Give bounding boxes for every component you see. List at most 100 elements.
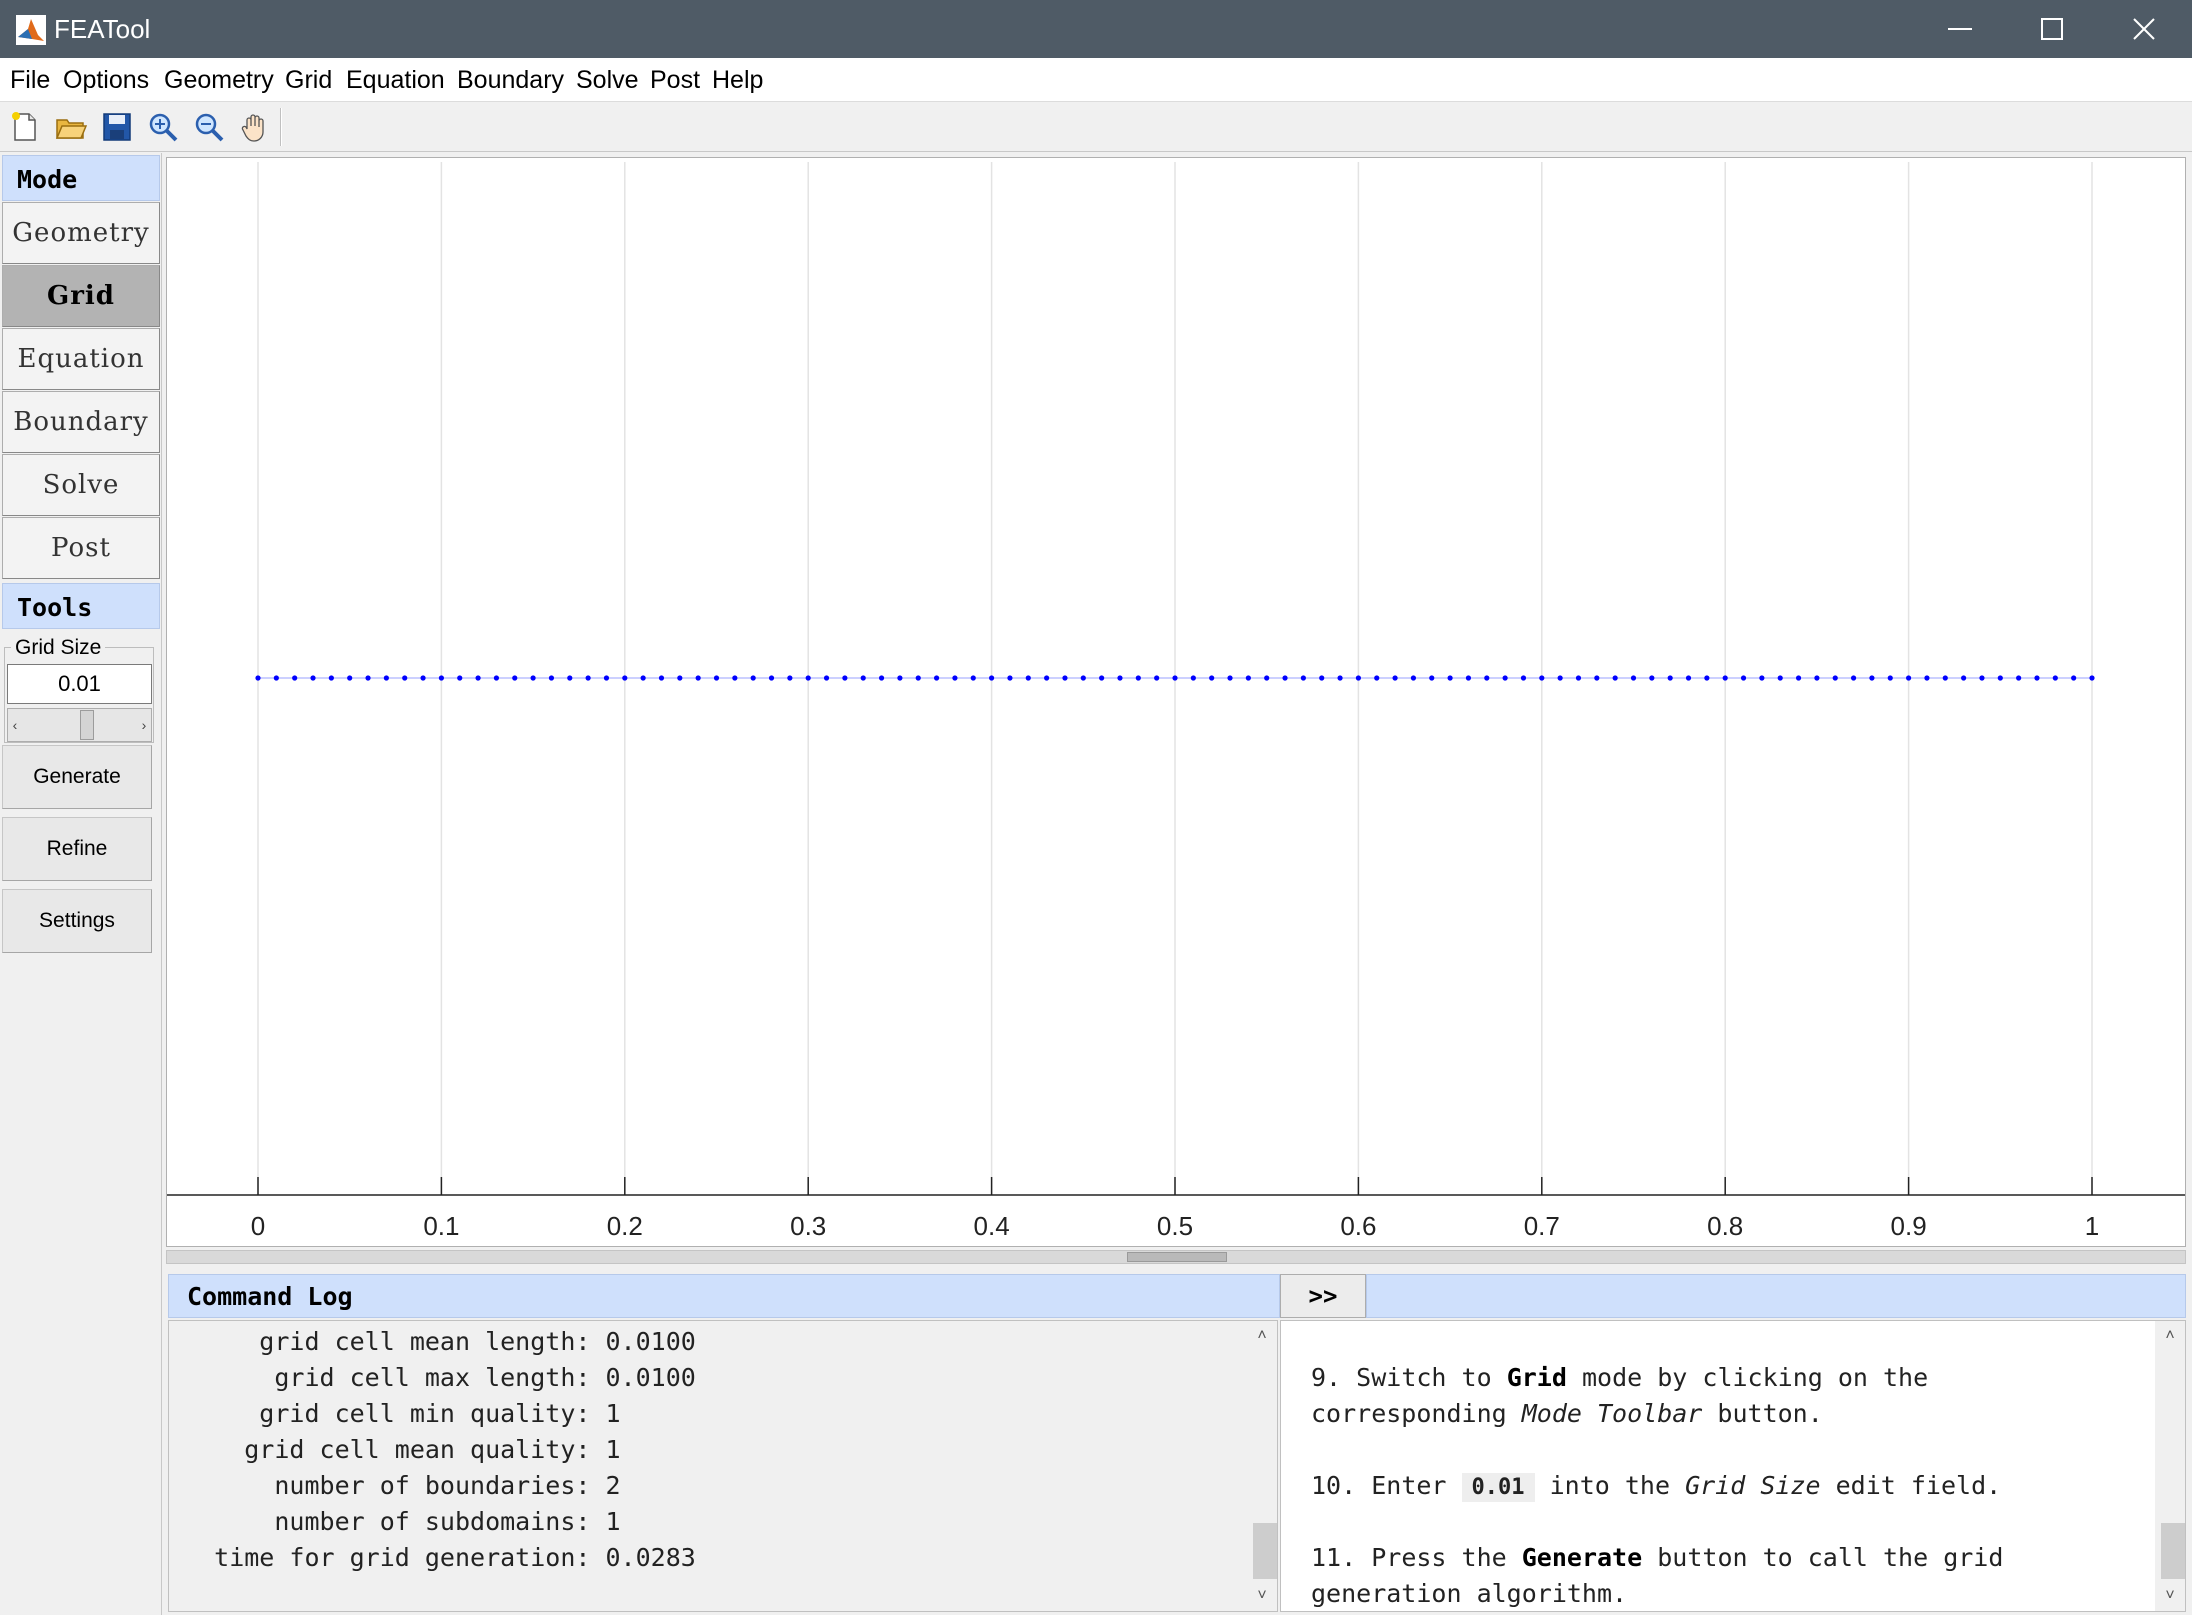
mode-grid-button[interactable]: Grid — [2, 265, 160, 327]
zoom-out-icon — [195, 113, 224, 142]
grid-point — [1942, 675, 1948, 681]
mode-boundary-button[interactable]: Boundary — [2, 391, 160, 453]
grid-point — [1502, 675, 1508, 681]
scroll-down-icon[interactable]: ˅ — [2155, 1583, 2185, 1609]
grid-point — [1465, 675, 1472, 681]
save-button[interactable] — [98, 108, 136, 146]
maximize-button[interactable] — [2006, 0, 2098, 58]
grid-point — [1520, 675, 1527, 681]
zoom-in-icon — [149, 113, 178, 142]
x-tick-label: 1 — [2085, 1211, 2099, 1241]
grid-point — [1080, 675, 1086, 681]
tutorial-step-9-line-1: 9. Switch to Grid mode by clicking on th… — [1311, 1363, 1929, 1392]
grid-point — [1374, 675, 1380, 681]
menu-help[interactable]: Help — [708, 66, 767, 95]
grid-point — [1887, 675, 1893, 681]
tutorial-step-9-line-2: corresponding Mode Toolbar button. — [1311, 1399, 1823, 1428]
menu-equation[interactable]: Equation — [342, 66, 449, 95]
generate-button[interactable]: Generate — [2, 745, 152, 809]
grid-point — [695, 675, 701, 681]
slider-left-arrow-icon[interactable]: ‹ — [8, 709, 22, 741]
toolbar-separator — [280, 108, 282, 146]
x-tick-label: 0 — [251, 1211, 265, 1241]
grid-point — [1154, 675, 1160, 681]
new-file-button[interactable] — [6, 108, 44, 146]
grid-point — [1337, 675, 1343, 681]
grid-size-input[interactable]: 0.01 — [7, 664, 152, 704]
grid-point — [2071, 675, 2077, 681]
grid-size-slider[interactable]: ‹ › — [7, 708, 152, 742]
expand-button[interactable]: >> — [1280, 1274, 1366, 1318]
panel-splitter[interactable] — [166, 1250, 2186, 1264]
menu-options[interactable]: Options — [59, 66, 153, 95]
grid-point — [438, 675, 444, 681]
grid-point — [1410, 675, 1417, 681]
menu-boundary[interactable]: Boundary — [453, 66, 568, 95]
tutorial-scroll-thumb[interactable] — [2161, 1523, 2185, 1579]
menu-post[interactable]: Post — [646, 66, 704, 95]
grid-point — [512, 675, 518, 681]
command-log[interactable]: grid cell mean length: 0.0100 grid cell … — [168, 1320, 1278, 1612]
mode-header: Mode — [2, 155, 160, 201]
settings-button[interactable]: Settings — [2, 889, 152, 953]
grid-point — [530, 675, 536, 681]
grid-point — [347, 675, 353, 681]
grid-point — [2016, 675, 2022, 681]
menu-solve[interactable]: Solve — [572, 66, 643, 95]
splitter-handle[interactable] — [1127, 1252, 1227, 1262]
menu-geometry[interactable]: Geometry — [160, 66, 278, 95]
x-tick-label: 0.5 — [1157, 1211, 1193, 1241]
grid-point — [842, 675, 848, 681]
grid-plot[interactable]: 0 0.1 0.2 0.3 0.4 0.5 0.6 0.7 0.8 0.9 1 — [166, 157, 2186, 1247]
refine-button[interactable]: Refine — [2, 817, 152, 881]
grid-point — [1575, 675, 1582, 681]
grid-point — [1392, 675, 1398, 681]
scroll-up-icon[interactable]: ˄ — [1247, 1323, 1277, 1349]
menu-file[interactable]: File — [6, 66, 54, 95]
x-tick-label: 0.2 — [607, 1211, 643, 1241]
log-line: grid cell max length: 0.0100 — [169, 1363, 696, 1392]
grid-point — [878, 675, 885, 681]
grid-point — [787, 675, 793, 681]
zoom-in-button[interactable] — [144, 108, 182, 146]
grid-point — [1209, 675, 1215, 681]
grid-point — [1630, 675, 1637, 681]
tutorial-scrollbar[interactable]: ˄ ˅ — [2155, 1321, 2185, 1611]
tools-header: Tools — [2, 583, 160, 629]
log-line: grid cell mean quality: 1 — [169, 1435, 621, 1464]
log-scrollbar[interactable]: ˄ ˅ — [1247, 1321, 1277, 1611]
maximize-icon — [2041, 18, 2063, 40]
grid-point — [1961, 675, 1967, 681]
grid-point — [1832, 675, 1838, 681]
grid-point — [1795, 675, 1802, 681]
x-tick-label: 0.9 — [1891, 1211, 1927, 1241]
mode-equation-button[interactable]: Equation — [2, 328, 160, 390]
menu-grid[interactable]: Grid — [281, 66, 336, 95]
grid-point — [1850, 675, 1857, 681]
mode-post-button[interactable]: Post — [2, 517, 160, 579]
scroll-down-icon[interactable]: ˅ — [1247, 1583, 1277, 1609]
log-line: grid cell mean length: 0.0100 — [169, 1327, 696, 1356]
grid-point — [1355, 675, 1361, 681]
mode-solve-button[interactable]: Solve — [2, 454, 160, 516]
mode-geometry-button[interactable]: Geometry — [2, 202, 160, 264]
x-tick-label: 0.4 — [974, 1211, 1010, 1241]
grid-point — [768, 675, 775, 681]
grid-point — [1997, 675, 2003, 681]
tutorial-step-10: 10. Enter 0.01 into the Grid Size edit f… — [1311, 1471, 2002, 1502]
log-scroll-thumb[interactable] — [1253, 1523, 1277, 1579]
zoom-out-button[interactable] — [190, 108, 228, 146]
close-button[interactable] — [2098, 0, 2190, 58]
grid-point — [603, 675, 610, 681]
scroll-up-icon[interactable]: ˄ — [2155, 1323, 2185, 1349]
tutorial-panel[interactable]: 9. Switch to Grid mode by clicking on th… — [1280, 1320, 2186, 1612]
log-line: grid cell min quality: 1 — [169, 1399, 621, 1428]
open-button[interactable] — [52, 108, 90, 146]
new-file-icon — [12, 112, 36, 141]
minimize-button[interactable] — [1914, 0, 2006, 58]
pan-button[interactable] — [236, 108, 274, 146]
slider-thumb[interactable] — [80, 710, 94, 740]
mode-panel: Mode Geometry Grid Equation Boundary Sol… — [0, 153, 162, 1615]
x-tick-label: 0.8 — [1707, 1211, 1743, 1241]
slider-right-arrow-icon[interactable]: › — [137, 709, 151, 741]
